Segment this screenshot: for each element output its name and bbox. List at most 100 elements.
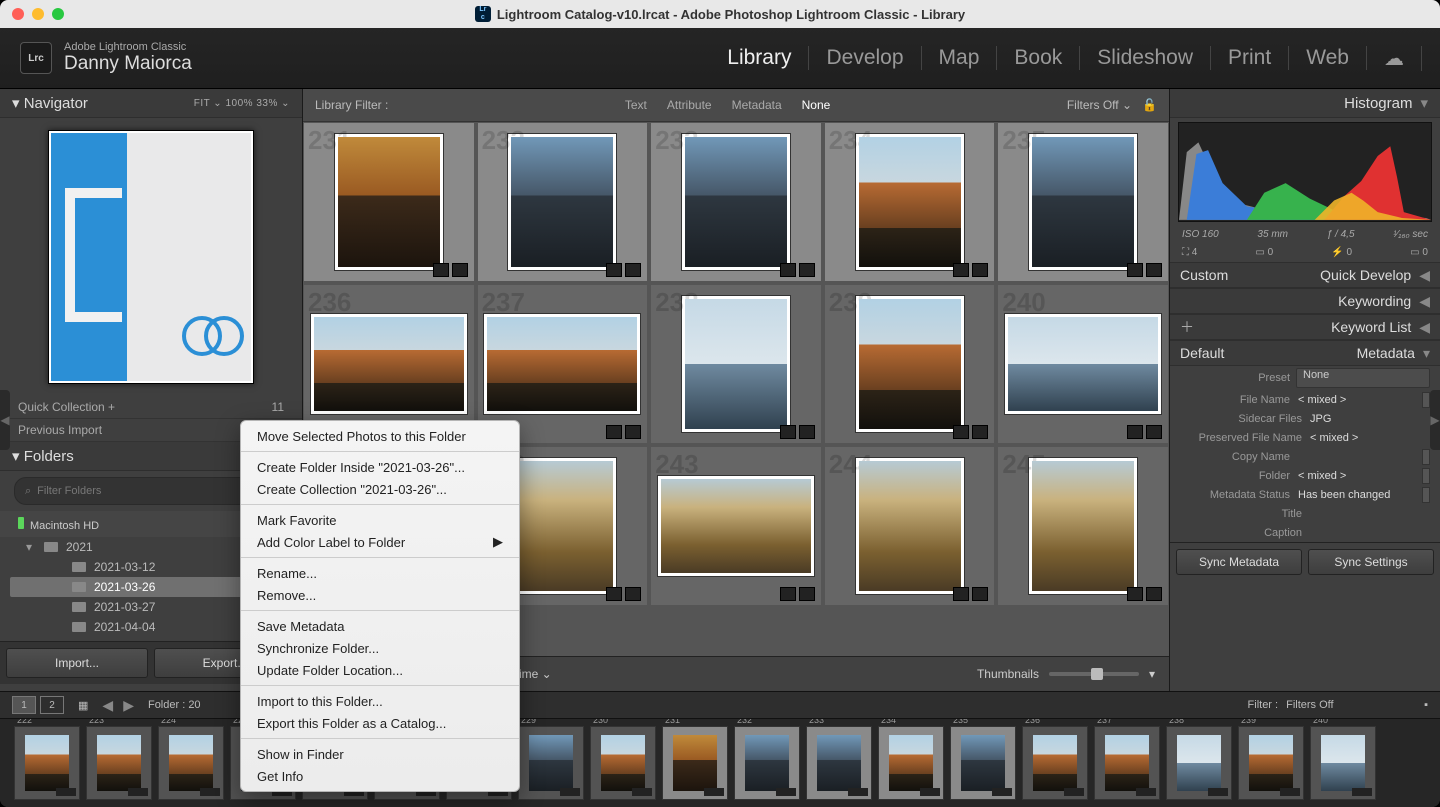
module-tab-web[interactable]: Web [1289, 46, 1367, 70]
histogram-display[interactable] [1178, 122, 1432, 222]
context-menu-item[interactable]: Remove... [241, 584, 519, 606]
context-menu-item[interactable]: Import to this Folder... [241, 690, 519, 712]
metadata-field-row[interactable]: Sidecar FilesJPG [1170, 409, 1440, 428]
grid-cell[interactable]: 232 [477, 122, 649, 282]
sync-metadata-button[interactable]: Sync Metadata [1176, 549, 1302, 575]
context-menu-item[interactable]: Move Selected Photos to this Folder [241, 425, 519, 447]
filmstrip-thumb[interactable]: 224 [158, 726, 224, 800]
thumbnail-size-slider[interactable] [1049, 672, 1139, 676]
zoom-window-button[interactable] [52, 8, 64, 20]
quick-develop-preset-select[interactable]: Custom [1180, 267, 1270, 283]
grid-cell[interactable]: 244 [824, 446, 996, 606]
context-menu-item[interactable]: Synchronize Folder... [241, 637, 519, 659]
add-keyword-icon[interactable]: ＋ [1180, 317, 1194, 337]
toolbar-menu-icon[interactable]: ▾ [1149, 667, 1155, 681]
metadata-preset-select[interactable]: None [1296, 368, 1430, 388]
grid-cell[interactable]: 233 [650, 122, 822, 282]
grid-cell[interactable]: 240 [997, 284, 1169, 444]
filmstrip-thumb[interactable]: 222 [14, 726, 80, 800]
nav-back-icon[interactable]: ◀ [102, 697, 113, 714]
filters-off-dropdown[interactable]: Filters Off ⌄ [1067, 98, 1132, 112]
context-menu-item[interactable]: Get Info [241, 765, 519, 787]
context-menu-item[interactable]: Mark Favorite [241, 509, 519, 531]
filmstrip-thumb[interactable]: 240 [1310, 726, 1376, 800]
metadata-set-select[interactable]: Default [1180, 345, 1290, 361]
module-tab-library[interactable]: Library [710, 46, 809, 70]
filter-lock-icon[interactable]: ▪ [1424, 699, 1428, 711]
import-button[interactable]: Import... [6, 648, 148, 678]
context-menu-item[interactable]: Export this Folder as a Catalog... [241, 712, 519, 734]
metadata-action-icon[interactable] [1422, 392, 1430, 408]
filmstrip-thumb[interactable]: 234 [878, 726, 944, 800]
keyword-list-header[interactable]: ＋ Keyword List◀ [1170, 314, 1440, 340]
histogram-header[interactable]: Histogram▾ [1170, 89, 1440, 118]
grid-cell[interactable]: 239 [824, 284, 996, 444]
filmstrip-thumb[interactable]: 231 [662, 726, 728, 800]
context-menu-item[interactable]: Create Folder Inside "2021-03-26"... [241, 456, 519, 478]
metadata-field-row[interactable]: Caption [1170, 523, 1440, 542]
filmstrip-filter-select[interactable]: Filters Off [1286, 697, 1416, 713]
filmstrip-thumb[interactable]: 235 [950, 726, 1016, 800]
navigator-mode-picker[interactable]: FIT ⌄ 100% 33% ⌄ [194, 98, 290, 109]
module-tab-slideshow[interactable]: Slideshow [1080, 46, 1211, 70]
filmstrip-thumb[interactable]: 230 [590, 726, 656, 800]
metadata-field-row[interactable]: File Name< mixed > [1170, 390, 1440, 409]
metadata-header[interactable]: Default Metadata▾ [1170, 340, 1440, 366]
navigator-preview[interactable] [0, 118, 302, 396]
navigator-header[interactable]: ▾ Navigator FIT ⌄ 100% 33% ⌄ [0, 89, 302, 118]
screen-2-button[interactable]: 2 [40, 696, 64, 714]
screen-selector[interactable]: 1 2 [12, 696, 64, 714]
metadata-field-row[interactable]: Metadata StatusHas been changed [1170, 485, 1440, 504]
module-tab-map[interactable]: Map [922, 46, 998, 70]
breadcrumb[interactable]: Folder : 20 [148, 699, 201, 711]
filmstrip-thumb[interactable]: 232 [734, 726, 800, 800]
metadata-action-icon[interactable] [1422, 449, 1430, 465]
library-filter-tab-text[interactable]: Text [625, 98, 647, 112]
cloud-sync-icon[interactable]: ☁ [1367, 46, 1422, 71]
lock-icon[interactable]: 🔓 [1142, 98, 1157, 112]
context-menu-item[interactable]: Show in Finder [241, 743, 519, 765]
nav-forward-icon[interactable]: ▶ [123, 697, 134, 714]
grid-cell[interactable]: 235 [997, 122, 1169, 282]
metadata-field-row[interactable]: Title [1170, 504, 1440, 523]
module-tab-print[interactable]: Print [1211, 46, 1289, 70]
context-menu-item[interactable]: Add Color Label to Folder▶ [241, 531, 519, 553]
metadata-field-row[interactable]: Copy Name [1170, 447, 1440, 466]
context-menu-item[interactable]: Save Metadata [241, 615, 519, 637]
library-filter-tab-attribute[interactable]: Attribute [667, 98, 712, 112]
library-filter-tab-none[interactable]: None [802, 98, 831, 112]
metadata-action-icon[interactable] [1422, 468, 1430, 484]
metadata-field-row[interactable]: Folder< mixed > [1170, 466, 1440, 485]
left-panel-collapse-handle[interactable]: ◀ [0, 390, 10, 450]
screen-1-button[interactable]: 1 [12, 696, 36, 714]
grid-cell[interactable]: 234 [824, 122, 996, 282]
filmstrip[interactable]: 2222232242252262272282292302312322332342… [0, 718, 1440, 807]
context-menu-item[interactable]: Rename... [241, 562, 519, 584]
catalog-row[interactable]: Quick Collection +11 [0, 396, 302, 419]
grid-cell[interactable]: 238 [650, 284, 822, 444]
context-menu-item[interactable]: Update Folder Location... [241, 659, 519, 681]
library-filter-tab-metadata[interactable]: Metadata [732, 98, 782, 112]
keywording-header[interactable]: Keywording◀ [1170, 288, 1440, 314]
filmstrip-thumb[interactable]: 239 [1238, 726, 1304, 800]
filmstrip-thumb[interactable]: 229 [518, 726, 584, 800]
metadata-field-row[interactable]: Preserved File Name< mixed > [1170, 428, 1440, 447]
filmstrip-thumb[interactable]: 236 [1022, 726, 1088, 800]
filmstrip-thumb[interactable]: 233 [806, 726, 872, 800]
grid-cell[interactable]: 245 [997, 446, 1169, 606]
filmstrip-thumb[interactable]: 237 [1094, 726, 1160, 800]
right-panel-collapse-handle[interactable]: ▶ [1430, 390, 1440, 450]
grid-cell[interactable]: 231 [303, 122, 475, 282]
module-tab-book[interactable]: Book [997, 46, 1080, 70]
grid-cell[interactable]: 243 [650, 446, 822, 606]
filmstrip-thumb[interactable]: 223 [86, 726, 152, 800]
minimize-window-button[interactable] [32, 8, 44, 20]
metadata-action-icon[interactable] [1422, 487, 1430, 503]
module-tab-develop[interactable]: Develop [809, 46, 921, 70]
context-menu-item[interactable]: Create Collection "2021-03-26"... [241, 478, 519, 500]
quick-develop-header[interactable]: Custom Quick Develop◀ [1170, 262, 1440, 288]
close-window-button[interactable] [12, 8, 24, 20]
sync-settings-button[interactable]: Sync Settings [1308, 549, 1434, 575]
grid-mode-icon[interactable]: ▦ [78, 699, 88, 712]
filmstrip-thumb[interactable]: 238 [1166, 726, 1232, 800]
